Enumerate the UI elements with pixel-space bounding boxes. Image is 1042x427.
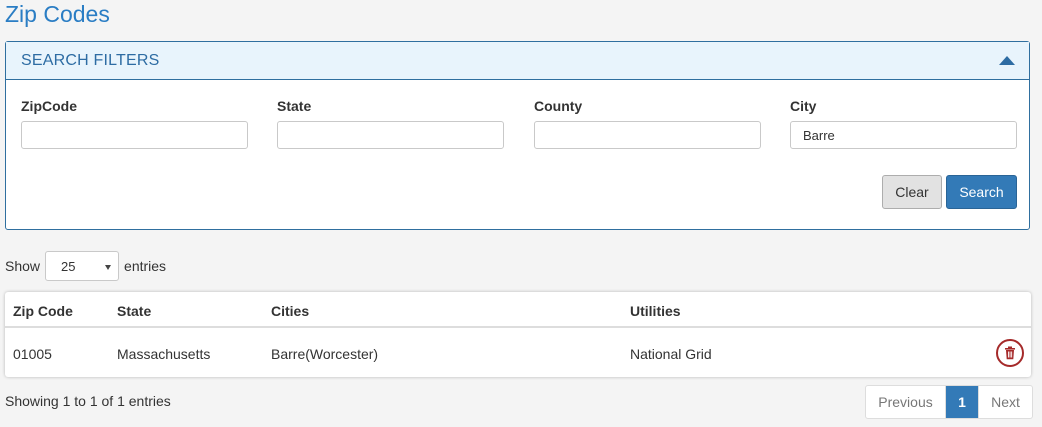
search-filters-header[interactable]: SEARCH FILTERS [6, 42, 1029, 80]
state-input[interactable] [277, 121, 504, 149]
zipcode-filter: ZipCode [21, 98, 248, 149]
page-length-select[interactable]: 25 [45, 251, 120, 281]
city-input[interactable] [790, 121, 1017, 149]
table-header: Zip Code State Cities Utilities [5, 292, 1031, 328]
search-button[interactable]: Search [946, 175, 1017, 209]
state-label: State [277, 98, 312, 114]
search-filters-title: SEARCH FILTERS [21, 52, 160, 69]
cell-zip-code: 01005 [13, 346, 52, 362]
page-length-control: Show 25 entries [5, 251, 166, 281]
entries-label: entries [124, 258, 167, 274]
table-info: Showing 1 to 1 of 1 entries [5, 393, 171, 409]
column-header-state[interactable]: State [117, 303, 151, 319]
column-header-utilities[interactable]: Utilities [630, 303, 681, 319]
county-input[interactable] [534, 121, 761, 149]
delete-row-button[interactable] [996, 339, 1024, 367]
county-label: County [534, 98, 583, 114]
cell-state: Massachusetts [117, 346, 211, 362]
cell-cities: Barre(Worcester) [271, 346, 379, 362]
pagination: Previous 1 Next [865, 385, 1033, 419]
next-page-button[interactable]: Next [978, 386, 1032, 418]
chevron-down-icon [105, 265, 112, 270]
state-filter: State [277, 98, 504, 149]
clear-button[interactable]: Clear [882, 175, 942, 209]
column-header-zip-code[interactable]: Zip Code [13, 303, 73, 319]
city-label: City [790, 98, 817, 114]
zipcode-label: ZipCode [21, 98, 77, 114]
cell-utilities: National Grid [630, 346, 712, 362]
collapse-caret-icon[interactable] [999, 56, 1015, 65]
search-filters-panel: SEARCH FILTERS ZipCode State County City… [5, 41, 1030, 230]
page-1-button[interactable]: 1 [946, 386, 978, 418]
previous-page-button[interactable]: Previous [866, 386, 946, 418]
zipcode-input[interactable] [21, 121, 248, 149]
trash-icon [1005, 346, 1015, 360]
zip-codes-table: Zip Code State Cities Utilities 01005 Ma… [5, 292, 1031, 377]
city-filter: City [790, 98, 1017, 149]
column-header-cities[interactable]: Cities [271, 303, 309, 319]
show-label: Show [5, 258, 41, 274]
page-length-value: 25 [61, 259, 76, 274]
page-title: Zip Codes [5, 1, 110, 27]
table-row[interactable]: 01005 Massachusetts Barre(Worcester) Nat… [5, 329, 1031, 377]
county-filter: County [534, 98, 761, 149]
